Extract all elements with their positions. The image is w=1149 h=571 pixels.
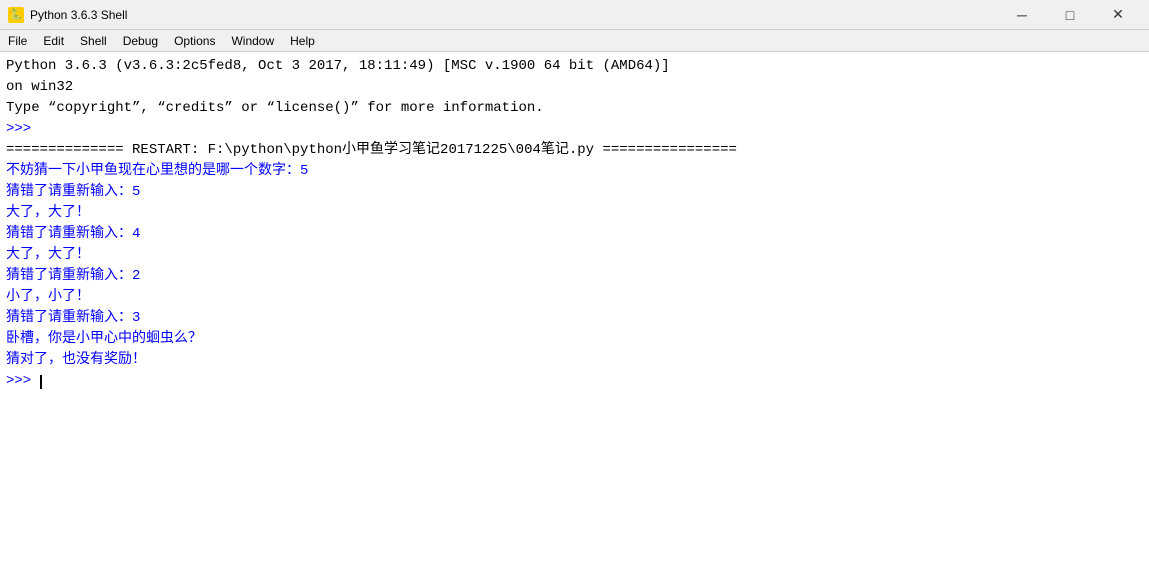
output-line-7: 猜错了请重新输入：3	[6, 308, 1143, 329]
header-line1: Python 3.6.3 (v3.6.3:2c5fed8, Oct 3 2017…	[6, 56, 1143, 77]
menu-options[interactable]: Options	[166, 30, 223, 51]
output-line-0: 不妨猜一下小甲鱼现在心里想的是哪一个数字：5	[6, 161, 1143, 182]
output-line-3: 猜错了请重新输入：4	[6, 224, 1143, 245]
output-line-1: 猜错了请重新输入：5	[6, 182, 1143, 203]
maximize-button[interactable]: □	[1047, 0, 1093, 30]
shell-output[interactable]: Python 3.6.3 (v3.6.3:2c5fed8, Oct 3 2017…	[0, 52, 1149, 571]
menu-window[interactable]: Window	[223, 30, 282, 51]
header-line2: on win32	[6, 77, 1143, 98]
header-line3: Type “copyright”, “credits” or “license(…	[6, 98, 1143, 119]
title-bar: 🐍 Python 3.6.3 Shell ─ □ ✕	[0, 0, 1149, 30]
prompt-initial: >>>	[6, 119, 1143, 140]
close-button[interactable]: ✕	[1095, 0, 1141, 30]
output-line-9: 猜对了，也没有奖励！	[6, 350, 1143, 371]
window-controls: ─ □ ✕	[999, 0, 1141, 30]
menu-file[interactable]: File	[0, 30, 35, 51]
output-line-4: 大了，大了！	[6, 245, 1143, 266]
menu-debug[interactable]: Debug	[115, 30, 166, 51]
output-line-8: 卧槽，你是小甲心中的蛔虫么？	[6, 329, 1143, 350]
menu-bar: File Edit Shell Debug Options Window Hel…	[0, 30, 1149, 52]
menu-help[interactable]: Help	[282, 30, 323, 51]
cursor	[40, 375, 42, 389]
final-prompt-text: >>>	[6, 373, 40, 389]
output-line-2: 大了，大了！	[6, 203, 1143, 224]
menu-shell[interactable]: Shell	[72, 30, 115, 51]
app-icon: 🐍	[8, 7, 24, 23]
menu-edit[interactable]: Edit	[35, 30, 72, 51]
window-title: Python 3.6.3 Shell	[30, 8, 999, 22]
separator-line: ============== RESTART: F:\python\python…	[6, 140, 1143, 161]
output-line-6: 小了，小了！	[6, 287, 1143, 308]
output-line-5: 猜错了请重新输入：2	[6, 266, 1143, 287]
minimize-button[interactable]: ─	[999, 0, 1045, 30]
final-prompt-line[interactable]: >>>	[6, 371, 1143, 392]
